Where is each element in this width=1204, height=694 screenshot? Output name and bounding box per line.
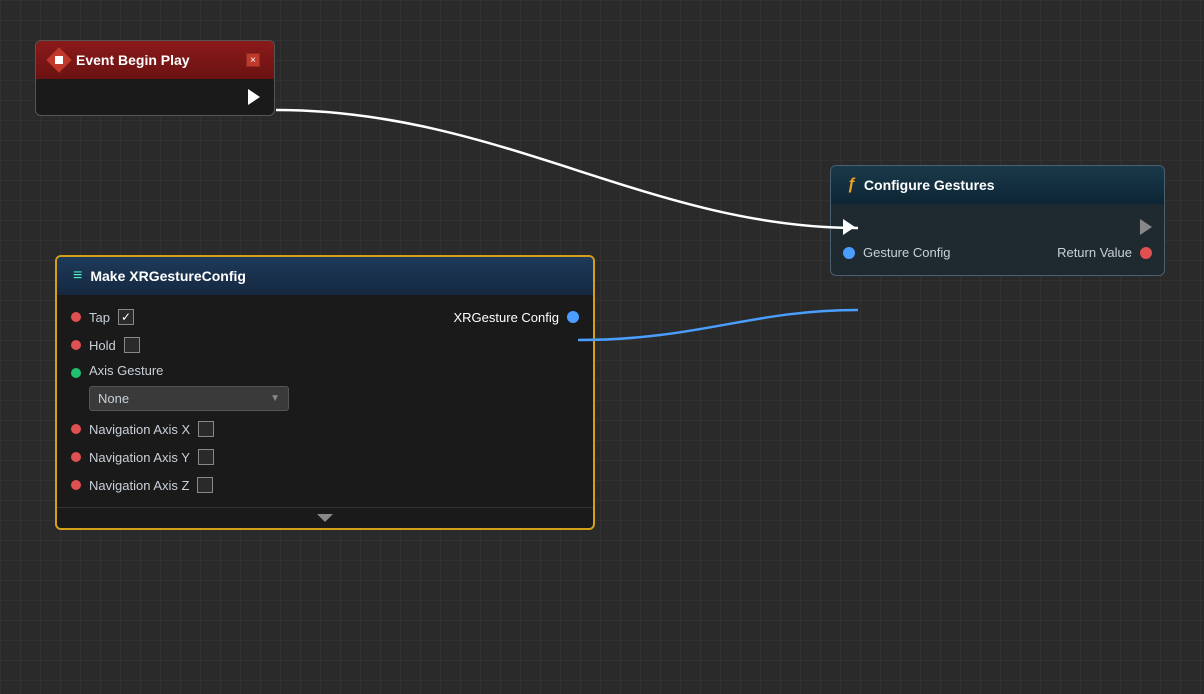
axis-gesture-label-row: Axis Gesture [71, 363, 579, 382]
axis-gesture-value: None [98, 391, 129, 406]
xr-output-right: XRGesture Config [454, 310, 580, 325]
hold-label: Hold [89, 338, 116, 353]
exec-output-pin[interactable] [248, 89, 260, 105]
event-begin-play-node: Event Begin Play × [35, 40, 275, 116]
axis-gesture-dropdown-container: None ▼ [89, 386, 579, 411]
axis-gesture-section: Axis Gesture None ▼ [57, 359, 593, 415]
return-value-label: Return Value [1057, 245, 1132, 260]
make-node-footer [57, 507, 593, 528]
close-icon: × [250, 55, 256, 66]
configure-gesture-config-row: Gesture Config Return Value [831, 240, 1164, 265]
make-xrgestureconfig-body: Tap XRGesture Config Hold Axis Gesture [57, 295, 593, 507]
make-xrgestureconfig-header: ≡ Make XRGestureConfig [57, 257, 593, 295]
configure-gestures-title: Configure Gestures [864, 177, 1148, 193]
hold-left: Hold [71, 337, 140, 353]
nav-axis-z-label: Navigation Axis Z [89, 478, 189, 493]
configure-exec-row [831, 214, 1164, 240]
nav-axis-y-checkbox[interactable] [198, 449, 214, 465]
event-begin-play-header: Event Begin Play × [36, 41, 274, 79]
event-begin-play-body [36, 79, 274, 115]
nav-axis-y-row: Navigation Axis Y [57, 443, 593, 471]
axis-gesture-dropdown[interactable]: None ▼ [89, 386, 289, 411]
configure-exec-input-pin[interactable] [843, 219, 855, 235]
nav-axis-z-row: Navigation Axis Z [57, 471, 593, 499]
exec-connection-line [276, 110, 858, 228]
hold-checkbox[interactable] [124, 337, 140, 353]
configure-gesture-config-left: Gesture Config [843, 245, 950, 260]
xr-output-label: XRGesture Config [454, 310, 560, 325]
data-connection-line [578, 310, 858, 340]
tap-label: Tap [89, 310, 110, 325]
gesture-config-label: Gesture Config [863, 245, 950, 260]
nav-axis-z-checkbox[interactable] [197, 477, 213, 493]
tap-left: Tap [71, 309, 134, 325]
xr-output-pin[interactable] [567, 311, 579, 323]
nav-axis-y-left: Navigation Axis Y [71, 449, 214, 465]
event-icon [46, 47, 71, 72]
nav-axis-x-pin[interactable] [71, 424, 81, 434]
event-begin-play-title: Event Begin Play [76, 52, 238, 68]
gesture-config-input-pin[interactable] [843, 247, 855, 259]
configure-gestures-body: Gesture Config Return Value [831, 204, 1164, 275]
nav-axis-x-row: Navigation Axis X [57, 415, 593, 443]
nav-axis-z-left: Navigation Axis Z [71, 477, 213, 493]
configure-gestures-node: ƒ Configure Gestures Gesture Config Retu… [830, 165, 1165, 276]
configure-return-value-right: Return Value [1057, 245, 1152, 260]
close-button[interactable]: × [246, 53, 260, 67]
configure-gestures-header: ƒ Configure Gestures [831, 166, 1164, 204]
scroll-up-indicator[interactable] [317, 514, 333, 522]
nav-axis-z-pin[interactable] [71, 480, 81, 490]
nav-axis-x-left: Navigation Axis X [71, 421, 214, 437]
make-xrgestureconfig-node: ≡ Make XRGestureConfig Tap XRGesture Con… [55, 255, 595, 530]
tap-pin[interactable] [71, 312, 81, 322]
nav-axis-y-pin[interactable] [71, 452, 81, 462]
nav-axis-x-checkbox[interactable] [198, 421, 214, 437]
axis-gesture-pin[interactable] [71, 368, 81, 378]
nav-axis-y-label: Navigation Axis Y [89, 450, 190, 465]
nav-axis-x-label: Navigation Axis X [89, 422, 190, 437]
tap-checkbox[interactable] [118, 309, 134, 325]
make-xrgestureconfig-title: Make XRGestureConfig [90, 268, 577, 284]
tap-row: Tap XRGesture Config [57, 303, 593, 331]
axis-gesture-label: Axis Gesture [89, 363, 163, 378]
function-icon: ƒ [847, 176, 856, 194]
dropdown-arrow-icon: ▼ [270, 393, 280, 404]
return-value-output-pin[interactable] [1140, 247, 1152, 259]
struct-icon: ≡ [73, 267, 82, 285]
hold-row: Hold [57, 331, 593, 359]
hold-pin[interactable] [71, 340, 81, 350]
configure-exec-output-pin[interactable] [1140, 219, 1152, 235]
